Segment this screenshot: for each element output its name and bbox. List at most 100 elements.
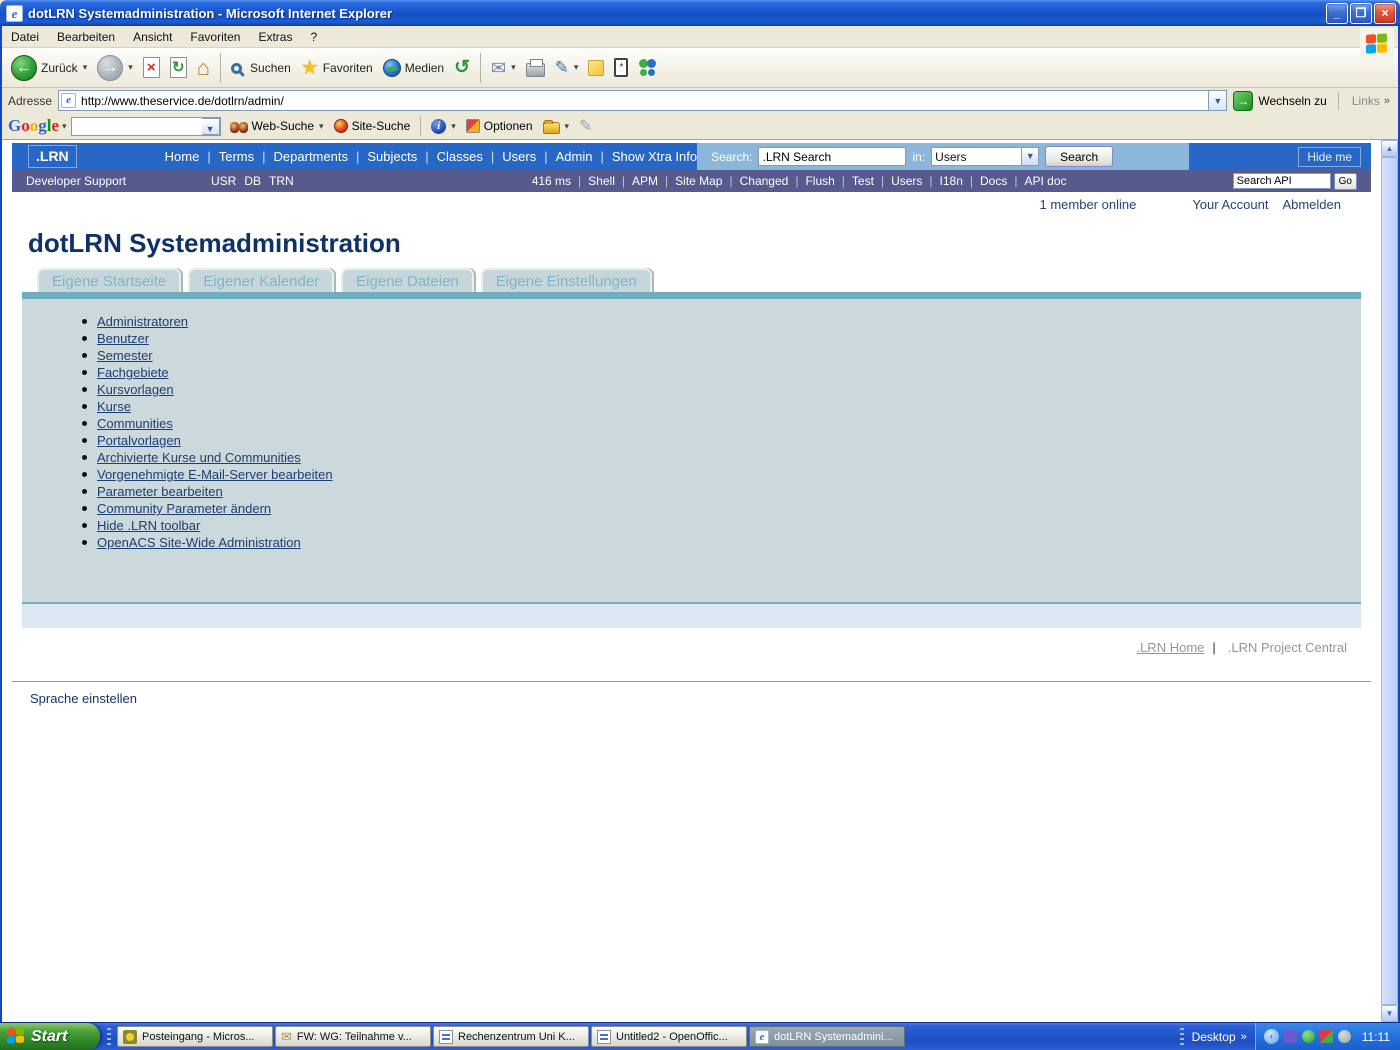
link-communities[interactable]: Communities: [97, 416, 173, 431]
highlight-button[interactable]: ✎: [574, 114, 597, 138]
link-administratoren[interactable]: Administratoren: [97, 314, 188, 329]
task-rechenzentrum[interactable]: Rechenzentrum Uni K...: [433, 1026, 589, 1047]
dev-link-users[interactable]: Users: [874, 174, 922, 188]
dev-link-test[interactable]: Test: [835, 174, 874, 188]
link-kursvorlagen[interactable]: Kursvorlagen: [97, 382, 174, 397]
lrn-search-button[interactable]: Search: [1045, 146, 1113, 167]
menu-favoriten[interactable]: Favoriten: [181, 28, 249, 46]
menu-bearbeiten[interactable]: Bearbeiten: [48, 28, 124, 46]
web-search-button[interactable]: Web-Suche ▾: [225, 117, 329, 135]
desktop-toolbar-label[interactable]: Desktop: [1192, 1030, 1236, 1044]
stop-button[interactable]: ×: [138, 55, 165, 80]
set-language-link[interactable]: Sprache einstellen: [30, 691, 1371, 706]
forward-button[interactable]: → ▾: [92, 53, 138, 83]
mail-dropdown-icon[interactable]: ▾: [511, 62, 516, 73]
nav-terms[interactable]: Terms: [199, 149, 254, 164]
nav-classes[interactable]: Classes: [417, 149, 483, 164]
scroll-up-icon[interactable]: ▲: [1381, 140, 1398, 157]
task-untitled2-openoffice[interactable]: Untitled2 - OpenOffic...: [591, 1026, 747, 1047]
lrn-search-input[interactable]: [758, 147, 906, 166]
lrn-home-link[interactable]: .LRN Home: [1136, 640, 1204, 655]
media-button[interactable]: Medien: [378, 57, 449, 79]
up-folder-button[interactable]: ▾: [538, 117, 575, 136]
go-button[interactable]: → Wechseln zu: [1233, 91, 1326, 111]
menu-datei[interactable]: Datei: [2, 28, 48, 46]
menu-extras[interactable]: Extras: [249, 28, 301, 46]
link-email-server[interactable]: Vorgenehmigte E-Mail-Server bearbeiten: [97, 467, 333, 482]
links-chevron-icon[interactable]: »: [1384, 95, 1390, 107]
refresh-button[interactable]: ↻: [165, 55, 192, 80]
dev-link-shell[interactable]: Shell: [571, 174, 615, 188]
tray-volume-icon[interactable]: [1338, 1030, 1351, 1043]
vertical-scrollbar[interactable]: ▲ ▼: [1381, 140, 1398, 1022]
link-kurse[interactable]: Kurse: [97, 399, 131, 414]
start-button[interactable]: Start: [0, 1023, 100, 1050]
dev-link-site-map[interactable]: Site Map: [658, 174, 722, 188]
task-fw-wg-teilnahme[interactable]: ✉ FW: WG: Teilnahme v...: [275, 1026, 431, 1047]
history-button[interactable]: ↺: [449, 56, 475, 79]
links-toolbar-label[interactable]: Links: [1352, 94, 1380, 108]
dev-link-api-doc[interactable]: API doc: [1007, 174, 1066, 188]
link-semester[interactable]: Semester: [97, 348, 153, 363]
options-button[interactable]: Optionen: [461, 117, 538, 135]
messenger-button[interactable]: [633, 57, 663, 79]
google-input-dropdown-icon[interactable]: ▼: [202, 118, 220, 135]
home-button[interactable]: ⌂: [192, 55, 215, 81]
back-dropdown-icon[interactable]: ▾: [83, 62, 88, 73]
forward-dropdown-icon[interactable]: ▾: [128, 62, 133, 73]
developer-support-label[interactable]: Developer Support: [26, 174, 211, 188]
hide-tray-icons-button[interactable]: ‹: [1264, 1029, 1279, 1044]
web-search-dropdown-icon[interactable]: ▾: [319, 121, 324, 132]
link-archivierte-kurse[interactable]: Archivierte Kurse und Communities: [97, 450, 301, 465]
desktop-chevron-icon[interactable]: »: [1241, 1031, 1247, 1043]
link-openacs-site-wide-admin[interactable]: OpenACS Site-Wide Administration: [97, 535, 301, 550]
tray-network-icon[interactable]: [1302, 1030, 1315, 1043]
lrn-project-central-link[interactable]: .LRN Project Central: [1204, 640, 1347, 655]
nav-subjects[interactable]: Subjects: [348, 149, 417, 164]
page-info-button[interactable]: i ▾: [426, 117, 461, 136]
close-button[interactable]: ×: [1374, 3, 1396, 24]
dev-link-trn[interactable]: TRN: [269, 174, 294, 188]
logout-link[interactable]: Abmelden: [1282, 197, 1341, 212]
tray-program-icon[interactable]: [1320, 1030, 1333, 1043]
dev-link-apm[interactable]: APM: [615, 174, 658, 188]
folder-dropdown-icon[interactable]: ▾: [565, 121, 570, 132]
tab-eigene-dateien[interactable]: Eigene Dateien: [341, 268, 474, 292]
link-parameter-bearbeiten[interactable]: Parameter bearbeiten: [97, 484, 223, 499]
google-logo[interactable]: Google: [8, 116, 59, 136]
search-button[interactable]: Suchen: [226, 59, 296, 77]
restore-button[interactable]: ❐: [1350, 3, 1372, 24]
link-hide-lrn-toolbar[interactable]: Hide .LRN toolbar: [97, 518, 200, 533]
dev-link-docs[interactable]: Docs: [963, 174, 1007, 188]
link-community-parameter[interactable]: Community Parameter ändern: [97, 501, 271, 516]
google-search-input[interactable]: ▼: [71, 117, 221, 136]
api-search-input[interactable]: [1233, 173, 1331, 189]
dev-link-usr[interactable]: USR: [211, 174, 236, 188]
dev-link-flush[interactable]: Flush: [788, 174, 834, 188]
nav-departments[interactable]: Departments: [254, 149, 348, 164]
print-button[interactable]: [521, 57, 550, 79]
tab-eigener-kalender[interactable]: Eigener Kalender: [188, 268, 334, 292]
api-search-go-button[interactable]: Go: [1334, 173, 1357, 190]
menu-ansicht[interactable]: Ansicht: [124, 28, 181, 46]
nav-users[interactable]: Users: [483, 149, 536, 164]
nav-home[interactable]: Home: [165, 149, 200, 164]
favorites-button[interactable]: ★ Favoriten: [296, 56, 378, 80]
info-dropdown-icon[interactable]: ▾: [451, 121, 456, 132]
link-benutzer[interactable]: Benutzer: [97, 331, 149, 346]
google-dropdown-icon[interactable]: ▾: [62, 121, 67, 132]
task-dotlrn-active[interactable]: e dotLRN Systemadmini...: [749, 1026, 905, 1047]
address-input[interactable]: e http://www.theservice.de/dotlrn/admin/: [58, 90, 1209, 111]
desktop-toolbar-handle[interactable]: [1180, 1028, 1184, 1046]
address-dropdown-icon[interactable]: ▼: [1209, 90, 1227, 111]
taskbar-drag-handle[interactable]: [107, 1028, 111, 1046]
nav-admin[interactable]: Admin: [536, 149, 592, 164]
hide-me-link[interactable]: Hide me: [1298, 147, 1361, 167]
scrollbar-thumb[interactable]: [1381, 157, 1398, 1005]
back-button[interactable]: ← Zurück ▾: [6, 53, 92, 83]
scroll-down-icon[interactable]: ▼: [1381, 1005, 1398, 1022]
link-fachgebiete[interactable]: Fachgebiete: [97, 365, 169, 380]
menu-help[interactable]: ?: [301, 28, 326, 46]
edit-button[interactable]: ✎ ▾: [550, 57, 584, 78]
search-scope-select[interactable]: Users ▼: [931, 147, 1039, 166]
